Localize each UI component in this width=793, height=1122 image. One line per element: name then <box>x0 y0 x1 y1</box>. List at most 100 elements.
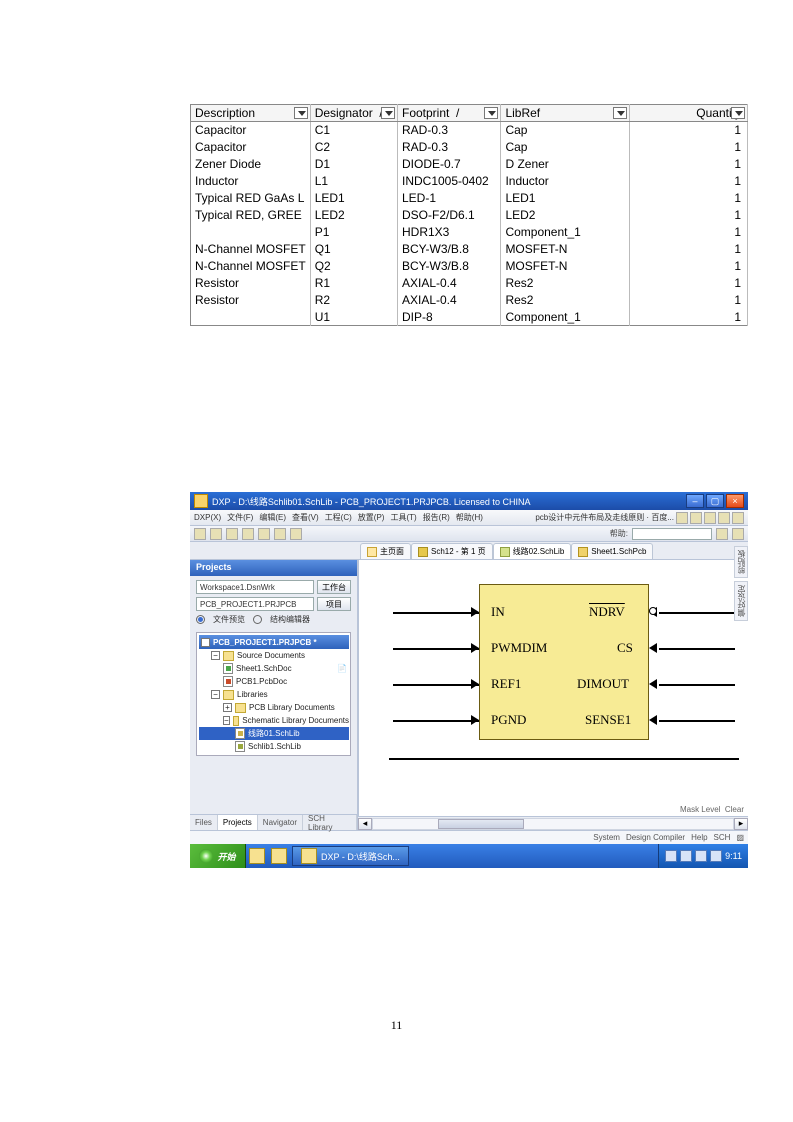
scroll-left-icon[interactable]: ◂ <box>358 818 372 830</box>
table-row[interactable]: CapacitorC2RAD-0.3Cap1 <box>191 139 748 156</box>
status-tab[interactable]: Design Compiler <box>626 833 685 842</box>
workspace-select[interactable]: Workspace1.DsnWrk <box>196 580 314 594</box>
scroll-thumb[interactable] <box>438 819 524 829</box>
toolbar-icon[interactable] <box>258 528 270 540</box>
toolbar-icon[interactable] <box>194 528 206 540</box>
toolbar-icon[interactable] <box>242 528 254 540</box>
quicklaunch-icon[interactable] <box>249 848 265 864</box>
tree-item[interactable]: PCB1.PcbDoc <box>236 677 287 686</box>
table-row[interactable]: ResistorR2AXIAL-0.4Res21 <box>191 292 748 309</box>
filter-icon[interactable] <box>484 107 498 119</box>
tab-projects[interactable]: Projects <box>218 815 258 830</box>
close-button[interactable]: × <box>726 494 744 508</box>
taskbar-app-button[interactable]: DXP - D:\线路Sch... <box>292 846 409 866</box>
tree-item[interactable]: Source Documents <box>237 651 305 660</box>
tab-sch-library[interactable]: SCH Library <box>303 815 357 830</box>
minimize-button[interactable]: – <box>686 494 704 508</box>
tree-collapse-icon[interactable]: − <box>211 651 220 660</box>
filter-icon[interactable] <box>294 107 308 119</box>
tree-item[interactable]: Schlib1.SchLib <box>248 742 301 751</box>
menu-item[interactable]: DXP(X) <box>194 513 221 522</box>
menu-item[interactable]: 工程(C) <box>325 512 352 523</box>
table-row[interactable]: Typical RED GaAs LLED1LED-1LED11 <box>191 190 748 207</box>
toolbar-icon[interactable] <box>226 528 238 540</box>
table-row[interactable]: N-Channel MOSFETQ2BCY-W3/B.8MOSFET-N1 <box>191 258 748 275</box>
menu-item[interactable]: 查看(V) <box>292 512 319 523</box>
tree-collapse-icon[interactable]: − <box>211 690 220 699</box>
tree-expand-icon[interactable]: + <box>223 703 232 712</box>
table-row[interactable]: ResistorR1AXIAL-0.4Res21 <box>191 275 748 292</box>
bom-col-footprint[interactable]: Footprint / <box>397 105 500 122</box>
scroll-right-icon[interactable]: ▸ <box>734 818 748 830</box>
menu-item[interactable]: 帮助(H) <box>456 512 483 523</box>
tree-item[interactable]: Libraries <box>237 690 268 699</box>
toolbar-icon[interactable] <box>690 512 702 524</box>
start-button[interactable]: 开始 <box>190 844 246 868</box>
menu-item[interactable]: 放置(P) <box>358 512 385 523</box>
table-row[interactable]: InductorL1INDC1005-0402Inductor1 <box>191 173 748 190</box>
project-tree[interactable]: −PCB_PROJECT1.PRJPCB * −Source Documents… <box>196 632 351 756</box>
tab-navigator[interactable]: Navigator <box>258 815 303 830</box>
tray-icon[interactable] <box>680 850 692 862</box>
table-row[interactable]: P1HDR1X3Component_11 <box>191 224 748 241</box>
tray-icon[interactable] <box>710 850 722 862</box>
toolbar-icon[interactable] <box>274 528 286 540</box>
maximize-button[interactable]: ▢ <box>706 494 724 508</box>
side-tab-clipboard[interactable]: 剪贴板 <box>734 546 748 578</box>
toolbar-icon[interactable] <box>676 512 688 524</box>
help-search-input[interactable] <box>632 528 712 540</box>
toolbar-icon[interactable] <box>290 528 302 540</box>
toolbar-icon[interactable] <box>732 528 744 540</box>
radio-structure-editor[interactable] <box>253 615 262 624</box>
table-row[interactable]: N-Channel MOSFETQ1BCY-W3/B.8MOSFET-N1 <box>191 241 748 258</box>
status-tab[interactable]: System <box>593 833 620 842</box>
tree-item[interactable]: Schematic Library Documents <box>242 716 349 725</box>
menu-item[interactable]: 编辑(E) <box>259 512 286 523</box>
table-row[interactable]: U1DIP-8Component_11 <box>191 309 748 326</box>
workspace-button[interactable]: 工作台 <box>317 580 351 594</box>
toolbar-icon[interactable] <box>210 528 222 540</box>
project-select[interactable]: PCB_PROJECT1.PRJPCB <box>196 597 314 611</box>
table-row[interactable]: Typical RED, GREELED2DSO-F2/D6.1LED21 <box>191 207 748 224</box>
status-tab[interactable]: Help <box>691 833 707 842</box>
document-tab[interactable]: Sch12 - 第 1 页 <box>411 543 493 559</box>
menu-item[interactable]: 文件(F) <box>227 512 253 523</box>
scroll-track[interactable] <box>372 818 734 830</box>
schematic-canvas[interactable]: IN PWMDIM REF1 PGND NDRV CS DIMOUT <box>358 560 748 816</box>
menu-item[interactable]: 报告(R) <box>423 512 450 523</box>
panel-title[interactable]: Projects <box>190 560 357 576</box>
menu-item[interactable]: 工具(T) <box>390 512 416 523</box>
horizontal-scrollbar[interactable]: ◂ ▸ <box>358 816 748 830</box>
project-button[interactable]: 项目 <box>317 597 351 611</box>
filter-icon[interactable] <box>613 107 627 119</box>
document-tab[interactable]: 线路02.SchLib <box>493 543 572 559</box>
mask-clear[interactable]: Clear <box>725 805 744 814</box>
tree-collapse-icon[interactable]: − <box>223 716 230 725</box>
bom-col-quantity[interactable]: Quantity <box>630 105 748 122</box>
status-tab[interactable]: SCH <box>714 833 731 842</box>
tree-item-project[interactable]: PCB_PROJECT1.PRJPCB * <box>213 638 317 647</box>
bom-col-designator[interactable]: Designator / <box>310 105 397 122</box>
bom-col-libref[interactable]: LibRef <box>501 105 630 122</box>
window-titlebar[interactable]: DXP - D:\线路Schlib01.SchLib - PCB_PROJECT… <box>190 492 748 510</box>
side-tab-preferences[interactable]: 偏好设定 <box>734 581 748 621</box>
filter-icon[interactable] <box>731 107 745 119</box>
table-row[interactable]: CapacitorC1RAD-0.3Cap1 <box>191 122 748 139</box>
toolbar-icon[interactable] <box>704 512 716 524</box>
document-tab[interactable]: 主页面 <box>360 543 411 559</box>
document-tab[interactable]: Sheet1.SchPcb <box>571 543 653 559</box>
toolbar-icon[interactable] <box>732 512 744 524</box>
toolbar-icon[interactable] <box>716 528 728 540</box>
quicklaunch-icon[interactable] <box>271 848 287 864</box>
toolbar-icon[interactable] <box>718 512 730 524</box>
tray-icon[interactable] <box>695 850 707 862</box>
table-row[interactable]: Zener DiodeD1DIODE-0.7D Zener1 <box>191 156 748 173</box>
tray-clock[interactable]: 9:11 <box>725 851 742 861</box>
radio-file-preview[interactable] <box>196 615 205 624</box>
bom-col-description[interactable]: Description <box>191 105 311 122</box>
tree-item-selected[interactable]: 线路01.SchLib <box>248 728 300 739</box>
tree-item[interactable]: Sheet1.SchDoc <box>236 664 292 673</box>
tree-collapse-icon[interactable]: − <box>201 638 210 647</box>
tree-item[interactable]: PCB Library Documents <box>249 703 335 712</box>
tray-icon[interactable] <box>665 850 677 862</box>
